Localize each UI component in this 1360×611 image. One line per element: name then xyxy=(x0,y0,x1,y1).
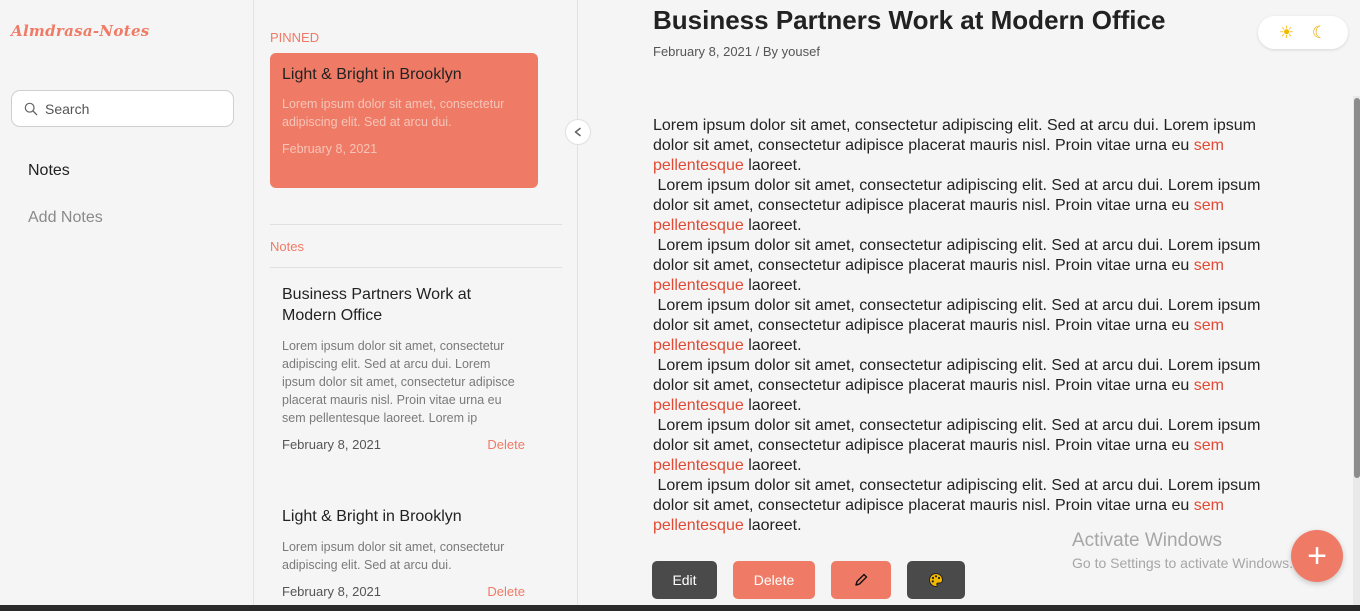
sidebar: Almdrasa-Notes Notes Add Notes xyxy=(0,0,254,605)
search-input[interactable] xyxy=(45,100,215,117)
scrollbar-thumb[interactable] xyxy=(1354,98,1360,478)
note-detail-body: Lorem ipsum dolor sit amet, consectetur … xyxy=(653,116,1268,536)
note-date: February 8, 2021 xyxy=(282,584,382,599)
collapse-list-button[interactable] xyxy=(565,119,591,145)
note-footer: February 8, 2021 Delete xyxy=(282,437,525,452)
body-text: Lorem ipsum dolor sit amet, consectetur … xyxy=(653,117,1256,154)
palette-icon xyxy=(929,572,944,588)
body-text: laoreet. xyxy=(743,337,802,354)
body-text: laoreet. xyxy=(743,217,802,234)
note-delete-link[interactable]: Delete xyxy=(487,437,525,452)
edit-button[interactable]: Edit xyxy=(652,561,717,599)
pen-icon xyxy=(855,573,868,586)
palette-button[interactable] xyxy=(907,561,965,599)
watermark-subtitle: Go to Settings to activate Windows. xyxy=(1072,555,1293,571)
body-text: laoreet. xyxy=(743,397,802,414)
note-list-item[interactable]: Business Partners Work at Modern Office … xyxy=(282,284,525,452)
moon-icon[interactable]: ☾ xyxy=(1312,23,1327,43)
watermark-title: Activate Windows xyxy=(1072,530,1222,551)
note-title: Light & Bright in Brooklyn xyxy=(282,508,462,525)
body-text: Lorem ipsum dolor sit amet, consectetur … xyxy=(653,237,1261,274)
search-icon xyxy=(24,102,38,115)
body-text: laoreet. xyxy=(743,157,802,174)
body-text: Lorem ipsum dolor sit amet, consectetur … xyxy=(653,477,1261,514)
nav-add-notes[interactable]: Add Notes xyxy=(28,209,103,227)
divider xyxy=(270,224,562,225)
nav-notes[interactable]: Notes xyxy=(28,162,70,180)
note-excerpt: Lorem ipsum dolor sit amet, consectetur … xyxy=(282,339,515,425)
note-excerpt: Lorem ipsum dolor sit amet, consectetur … xyxy=(282,540,505,572)
note-title: Business Partners Work at Modern Office xyxy=(282,286,472,324)
body-text: Lorem ipsum dolor sit amet, consectetur … xyxy=(653,417,1261,454)
taskbar-strip xyxy=(0,605,1360,611)
note-footer: February 8, 2021 Delete xyxy=(282,584,525,599)
chevron-left-icon xyxy=(574,127,581,137)
body-text: Lorem ipsum dolor sit amet, consectetur … xyxy=(653,297,1261,334)
activation-watermark: Activate Windows Go to Settings to activ… xyxy=(1072,530,1293,571)
pen-button[interactable] xyxy=(831,561,891,599)
body-text: Lorem ipsum dolor sit amet, consectetur … xyxy=(653,177,1261,214)
delete-button[interactable]: Delete xyxy=(733,561,815,599)
note-detail-title: Business Partners Work at Modern Office xyxy=(653,5,1166,35)
sun-icon[interactable]: ☀ xyxy=(1279,23,1294,43)
notes-list-panel: PINNED Light & Bright in Brooklyn Lorem … xyxy=(254,0,578,605)
pinned-note-title: Light & Bright in Brooklyn xyxy=(282,66,462,83)
note-actions: Edit Delete xyxy=(652,561,965,599)
pinned-section-label: PINNED xyxy=(270,30,320,45)
app-logo[interactable]: Almdrasa-Notes xyxy=(11,22,150,40)
theme-toggle: ☀ ☾ xyxy=(1258,16,1348,49)
note-detail: Business Partners Work at Modern Office … xyxy=(578,0,1360,605)
note-detail-meta: February 8, 2021 / By yousef xyxy=(653,44,820,59)
search-box[interactable] xyxy=(11,90,234,127)
divider xyxy=(270,267,562,268)
notes-section-label: Notes xyxy=(270,239,304,254)
note-list-item[interactable]: Light & Bright in Brooklyn Lorem ipsum d… xyxy=(282,506,525,599)
app-root: Almdrasa-Notes Notes Add Notes PINNED Li… xyxy=(0,0,1360,611)
body-text: laoreet. xyxy=(743,457,802,474)
pinned-note-date: February 8, 2021 xyxy=(282,142,378,156)
add-note-fab[interactable]: + xyxy=(1291,530,1343,582)
body-text: Lorem ipsum dolor sit amet, consectetur … xyxy=(653,357,1261,394)
body-text: laoreet. xyxy=(743,277,802,294)
body-text: laoreet. xyxy=(743,517,802,534)
pinned-note-excerpt: Lorem ipsum dolor sit amet, consectetur … xyxy=(282,97,505,129)
note-date: February 8, 2021 xyxy=(282,437,382,452)
note-delete-link[interactable]: Delete xyxy=(487,584,525,599)
pinned-note-card[interactable]: Light & Bright in Brooklyn Lorem ipsum d… xyxy=(270,53,538,188)
